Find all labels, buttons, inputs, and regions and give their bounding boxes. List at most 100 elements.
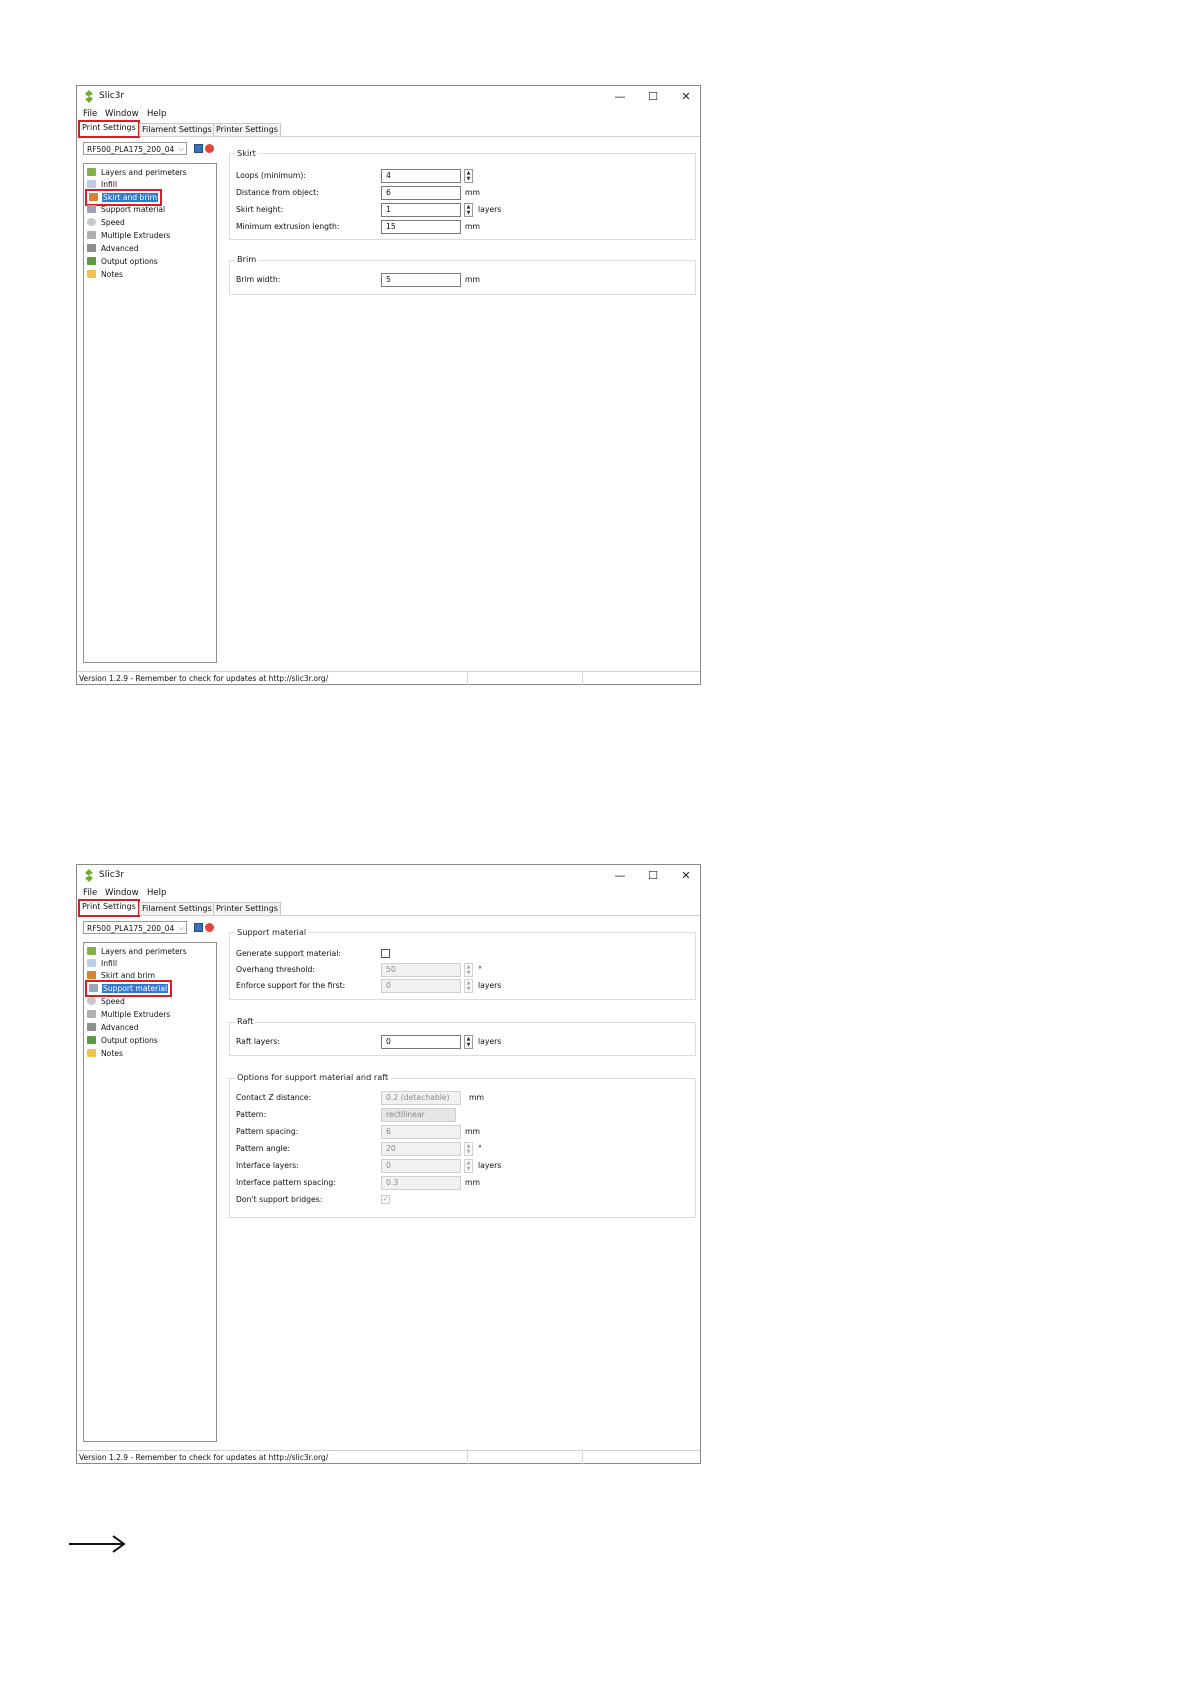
- save-preset-icon[interactable]: [194, 144, 203, 153]
- title-bar: Slic3r — ☐ ✕: [77, 86, 700, 108]
- maximize-button[interactable]: ☐: [638, 867, 668, 885]
- delete-preset-icon[interactable]: [205, 923, 214, 932]
- funnel-icon: [87, 231, 96, 239]
- brim-width-input[interactable]: 5: [381, 273, 461, 287]
- overhang-input[interactable]: 50: [381, 963, 461, 977]
- support-icon: [89, 984, 98, 992]
- tree-item-speed[interactable]: Speed: [87, 217, 126, 228]
- brim-group: Brim Brim width: 5 mm: [229, 254, 696, 295]
- tab-print-settings[interactable]: Print Settings: [78, 120, 140, 138]
- tab-filament-settings[interactable]: Filament Settings: [139, 123, 215, 136]
- slic3r-window-1: Slic3r — ☐ ✕ File Window Help Print Sett…: [76, 85, 701, 685]
- overhang-spinner[interactable]: ▲ ▼: [464, 963, 473, 977]
- pattern-select[interactable]: rectilinear: [381, 1108, 456, 1122]
- preset-select[interactable]: RF500_PLA175_200_04 ⌵: [83, 142, 187, 155]
- pattern-spacing-input[interactable]: 6: [381, 1125, 461, 1139]
- menu-bar: File Window Help: [77, 887, 700, 901]
- layers-icon: [87, 947, 96, 955]
- skirt-brim-icon: [89, 193, 98, 201]
- speed-icon: [87, 218, 96, 226]
- tree-item-notes[interactable]: Notes: [87, 1048, 124, 1059]
- brim-title: Brim: [235, 254, 259, 264]
- close-button[interactable]: ✕: [671, 867, 701, 885]
- tab-print-settings[interactable]: Print Settings: [78, 899, 140, 917]
- enforce-input[interactable]: 0: [381, 979, 461, 993]
- interface-layers-input[interactable]: 0: [381, 1159, 461, 1173]
- settings-tree: Layers and perimeters Infill Skirt and b…: [83, 942, 217, 1442]
- menu-window[interactable]: Window: [105, 109, 139, 119]
- skirt-height-spinner[interactable]: ▲ ▼: [464, 203, 473, 217]
- close-button[interactable]: ✕: [671, 88, 701, 106]
- tab-filament-settings[interactable]: Filament Settings: [139, 902, 215, 915]
- dont-support-bridges-checkbox[interactable]: ✓: [381, 1195, 390, 1204]
- title-bar: Slic3r — ☐ ✕: [77, 865, 700, 887]
- tree-item-support[interactable]: Support material: [85, 980, 173, 997]
- menu-window[interactable]: Window: [105, 888, 139, 898]
- minimize-button[interactable]: —: [605, 867, 635, 885]
- menu-file[interactable]: File: [83, 109, 97, 119]
- delete-preset-icon[interactable]: [205, 144, 214, 153]
- generate-support-checkbox[interactable]: [381, 949, 390, 958]
- tab-printer-settings[interactable]: Printer Settings: [213, 123, 281, 136]
- skirt-brim-icon: [87, 971, 96, 979]
- raft-group: Raft Raft layers: 0 ▲ ▼ layers: [229, 1016, 696, 1056]
- min-extrusion-input[interactable]: 15: [381, 220, 461, 234]
- pattern-angle-input[interactable]: 20: [381, 1142, 461, 1156]
- tree-item-speed[interactable]: Speed: [87, 996, 126, 1007]
- raft-layers-spinner[interactable]: ▲ ▼: [464, 1035, 473, 1049]
- menu-bar: File Window Help: [77, 108, 700, 122]
- output-icon: [87, 257, 96, 265]
- tree-item-advanced[interactable]: Advanced: [87, 243, 140, 254]
- funnel-icon: [87, 1010, 96, 1018]
- slic3r-window-2: Slic3r — ☐ ✕ File Window Help Print Sett…: [76, 864, 701, 1464]
- status-separator: [467, 672, 468, 685]
- status-text: Version 1.2.9 - Remember to check for up…: [79, 674, 329, 683]
- tree-item-output[interactable]: Output options: [87, 256, 159, 267]
- loops-spinner[interactable]: ▲ ▼: [464, 169, 473, 183]
- menu-file[interactable]: File: [83, 888, 97, 898]
- raft-layers-input[interactable]: 0: [381, 1035, 461, 1049]
- minimize-button[interactable]: —: [605, 88, 635, 106]
- interface-layers-spinner[interactable]: ▲ ▼: [464, 1159, 473, 1173]
- support-title: Support material: [235, 927, 309, 937]
- preset-select[interactable]: RF500_PLA175_200_04 ⌵: [83, 921, 187, 934]
- interface-spacing-input[interactable]: 0.3: [381, 1176, 461, 1190]
- wrench-icon: [87, 244, 96, 252]
- menu-help[interactable]: Help: [147, 888, 166, 898]
- menu-help[interactable]: Help: [147, 109, 166, 119]
- status-separator: [467, 1451, 468, 1464]
- raft-title: Raft: [235, 1016, 256, 1026]
- tree-item-support[interactable]: Support material: [87, 204, 166, 215]
- layers-icon: [87, 168, 96, 176]
- speed-icon: [87, 997, 96, 1005]
- enforce-spinner[interactable]: ▲ ▼: [464, 979, 473, 993]
- tree-item-layers[interactable]: Layers and perimeters: [87, 167, 188, 178]
- tree-item-layers[interactable]: Layers and perimeters: [87, 946, 188, 957]
- slic3r-logo-icon: [85, 869, 93, 882]
- support-group: Support material Generate support materi…: [229, 927, 696, 1000]
- arrow-right-icon: [69, 1535, 126, 1553]
- tree-item-advanced[interactable]: Advanced: [87, 1022, 140, 1033]
- tree-item-extruders[interactable]: Multiple Extruders: [87, 1009, 171, 1020]
- options-title: Options for support material and raft: [235, 1072, 391, 1082]
- distance-input[interactable]: 6: [381, 186, 461, 200]
- save-preset-icon[interactable]: [194, 923, 203, 932]
- infill-icon: [87, 180, 96, 188]
- window-title: Slic3r: [99, 870, 125, 880]
- tree-item-infill[interactable]: Infill: [87, 958, 118, 969]
- loops-input[interactable]: 4: [381, 169, 461, 183]
- notes-icon: [87, 1049, 96, 1057]
- tree-item-output[interactable]: Output options: [87, 1035, 159, 1046]
- skirt-height-input[interactable]: 1: [381, 203, 461, 217]
- chevron-down-icon: ⌵: [178, 145, 184, 153]
- tree-item-notes[interactable]: Notes: [87, 269, 124, 280]
- contact-z-select[interactable]: 0.2 (detachable): [381, 1091, 461, 1105]
- tree-item-extruders[interactable]: Multiple Extruders: [87, 230, 171, 241]
- pattern-angle-spinner[interactable]: ▲ ▼: [464, 1142, 473, 1156]
- skirt-group: Skirt Loops (minimum): 4 ▲ ▼ Distance fro…: [229, 148, 696, 240]
- preset-value: RF500_PLA175_200_04: [87, 145, 175, 154]
- output-icon: [87, 1036, 96, 1044]
- maximize-button[interactable]: ☐: [638, 88, 668, 106]
- tab-printer-settings[interactable]: Printer Settings: [213, 902, 281, 915]
- status-bar: Version 1.2.9 - Remember to check for up…: [77, 1450, 700, 1464]
